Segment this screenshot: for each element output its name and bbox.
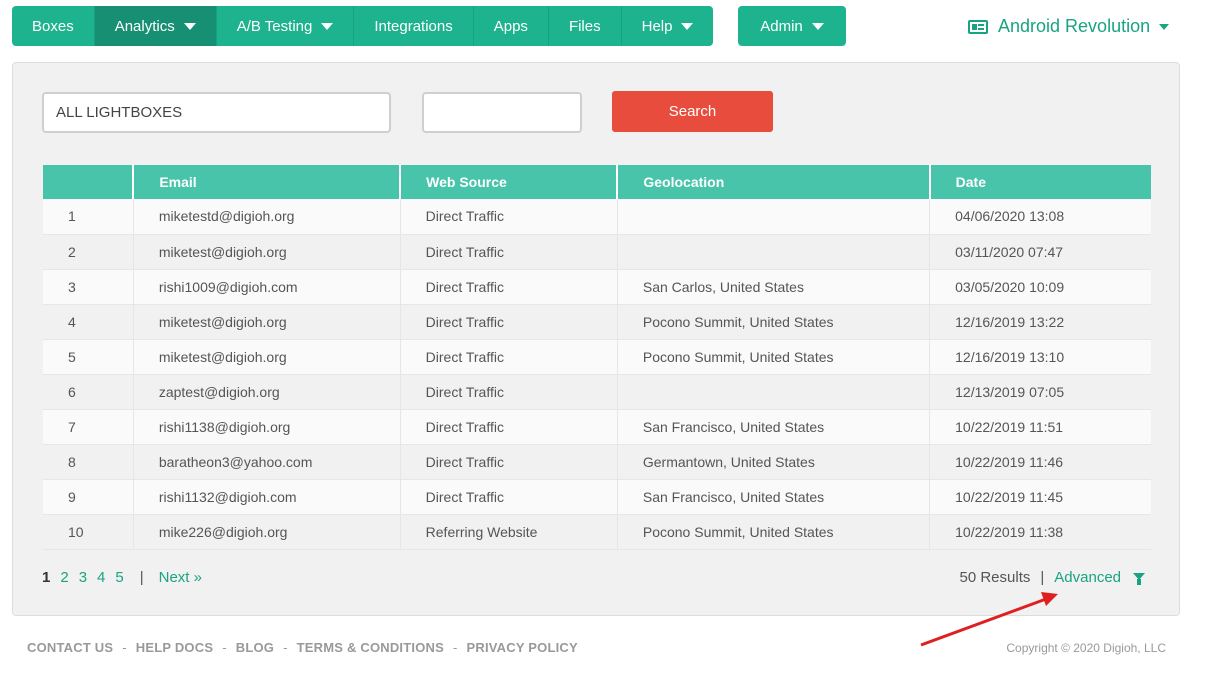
annotation-arrow-shaft [920, 597, 1047, 647]
annotation-arrow [920, 592, 1058, 647]
annotation-arrow-head [1041, 592, 1058, 606]
